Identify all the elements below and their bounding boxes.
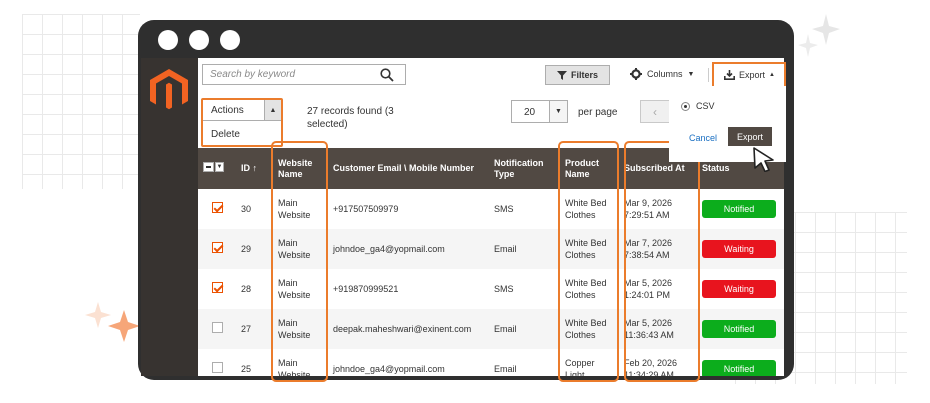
row-select-cell[interactable] bbox=[198, 309, 236, 349]
gear-icon bbox=[630, 68, 642, 80]
columns-label: Columns bbox=[647, 69, 683, 79]
contact-cell: johndoe_ga4@yopmail.com bbox=[328, 229, 489, 269]
sort-arrow-icon: ↑ bbox=[252, 163, 258, 173]
row-select-cell[interactable] bbox=[198, 229, 236, 269]
magento-logo-icon[interactable] bbox=[149, 68, 189, 112]
window-dot bbox=[220, 30, 240, 50]
row-checkbox[interactable] bbox=[211, 202, 223, 213]
filters-button[interactable]: Filters bbox=[545, 65, 610, 85]
id-cell: 30 bbox=[236, 189, 273, 229]
id-cell: 25 bbox=[236, 349, 273, 376]
row-select-cell[interactable] bbox=[198, 189, 236, 229]
row-checkbox[interactable] bbox=[211, 322, 223, 333]
website-column-highlight bbox=[271, 141, 328, 382]
mass-select-checkbox[interactable]: ▼ bbox=[203, 162, 224, 172]
chevron-down-icon: ▼ bbox=[687, 70, 695, 78]
row-checkbox[interactable] bbox=[211, 362, 223, 373]
chevron-down-icon[interactable]: ▼ bbox=[549, 101, 567, 122]
cancel-link[interactable]: Cancel bbox=[689, 133, 717, 143]
column-header-type[interactable]: Notification Type bbox=[489, 148, 560, 189]
contact-cell: deepak.maheshwari@exinent.com bbox=[328, 309, 489, 349]
window-dot bbox=[158, 30, 178, 50]
chevron-down-icon: ▼ bbox=[215, 162, 224, 172]
filters-label: Filters bbox=[570, 70, 598, 80]
columns-button[interactable]: Columns ▼ bbox=[630, 68, 694, 80]
mass-select-header[interactable]: ▼ bbox=[198, 148, 236, 189]
type-cell: SMS bbox=[489, 189, 560, 229]
export-button[interactable]: Export ▲ bbox=[724, 70, 775, 80]
contact-cell: +917507509979 bbox=[328, 189, 489, 229]
per-page-value: 20 bbox=[524, 107, 536, 118]
type-cell: Email bbox=[489, 309, 560, 349]
id-cell: 28 bbox=[236, 269, 273, 309]
status-badge: Waiting bbox=[702, 280, 776, 298]
column-header-id[interactable]: ID ↑ bbox=[236, 148, 273, 189]
row-select-cell[interactable] bbox=[198, 349, 236, 376]
per-page-label: per page bbox=[578, 107, 618, 118]
search-placeholder: Search by keyword bbox=[210, 69, 296, 80]
star-burst-icon bbox=[85, 302, 140, 342]
status-cell: Notified bbox=[697, 309, 784, 349]
row-checkbox[interactable] bbox=[211, 242, 223, 253]
status-cell: Notified bbox=[697, 349, 784, 376]
filter-icon bbox=[556, 70, 567, 80]
mouse-pointer-icon bbox=[753, 147, 774, 172]
chevron-up-icon: ▲ bbox=[769, 72, 775, 78]
row-select-cell[interactable] bbox=[198, 269, 236, 309]
contact-cell: johndoe_ga4@yopmail.com bbox=[328, 349, 489, 376]
status-cell: Waiting bbox=[697, 269, 784, 309]
decor-grid-left bbox=[22, 14, 140, 189]
status-cell: Notified bbox=[697, 189, 784, 229]
csv-label: CSV bbox=[696, 101, 715, 111]
row-checkbox[interactable] bbox=[211, 282, 223, 293]
actions-highlight bbox=[201, 98, 283, 147]
subscribed-column-highlight bbox=[624, 141, 700, 382]
status-badge: Notified bbox=[702, 320, 776, 338]
download-icon bbox=[724, 70, 735, 80]
status-badge: Notified bbox=[702, 200, 776, 218]
product-column-highlight bbox=[558, 141, 619, 382]
export-submit-button[interactable]: Export bbox=[728, 127, 772, 146]
id-cell: 29 bbox=[236, 229, 273, 269]
id-cell: 27 bbox=[236, 309, 273, 349]
type-cell: SMS bbox=[489, 269, 560, 309]
column-header-contact[interactable]: Customer Email \ Mobile Number bbox=[328, 148, 489, 189]
status-badge: Notified bbox=[702, 360, 776, 376]
search-icon[interactable] bbox=[380, 68, 394, 82]
search-input[interactable]: Search by keyword bbox=[202, 64, 406, 85]
toolbar-divider bbox=[708, 68, 709, 82]
contact-cell: +919870999521 bbox=[328, 269, 489, 309]
status-badge: Waiting bbox=[702, 240, 776, 258]
prev-page-button[interactable]: ‹ bbox=[640, 100, 670, 123]
type-cell: Email bbox=[489, 349, 560, 376]
export-label: Export bbox=[739, 70, 766, 80]
csv-radio[interactable] bbox=[681, 102, 690, 111]
records-count: 27 records found (3 selected) bbox=[307, 106, 394, 130]
per-page-select[interactable]: 20 ▼ bbox=[511, 100, 568, 123]
status-cell: Waiting bbox=[697, 229, 784, 269]
type-cell: Email bbox=[489, 229, 560, 269]
window-dot bbox=[189, 30, 209, 50]
chevron-left-icon: ‹ bbox=[653, 104, 657, 119]
sparkle-icon bbox=[798, 14, 840, 57]
